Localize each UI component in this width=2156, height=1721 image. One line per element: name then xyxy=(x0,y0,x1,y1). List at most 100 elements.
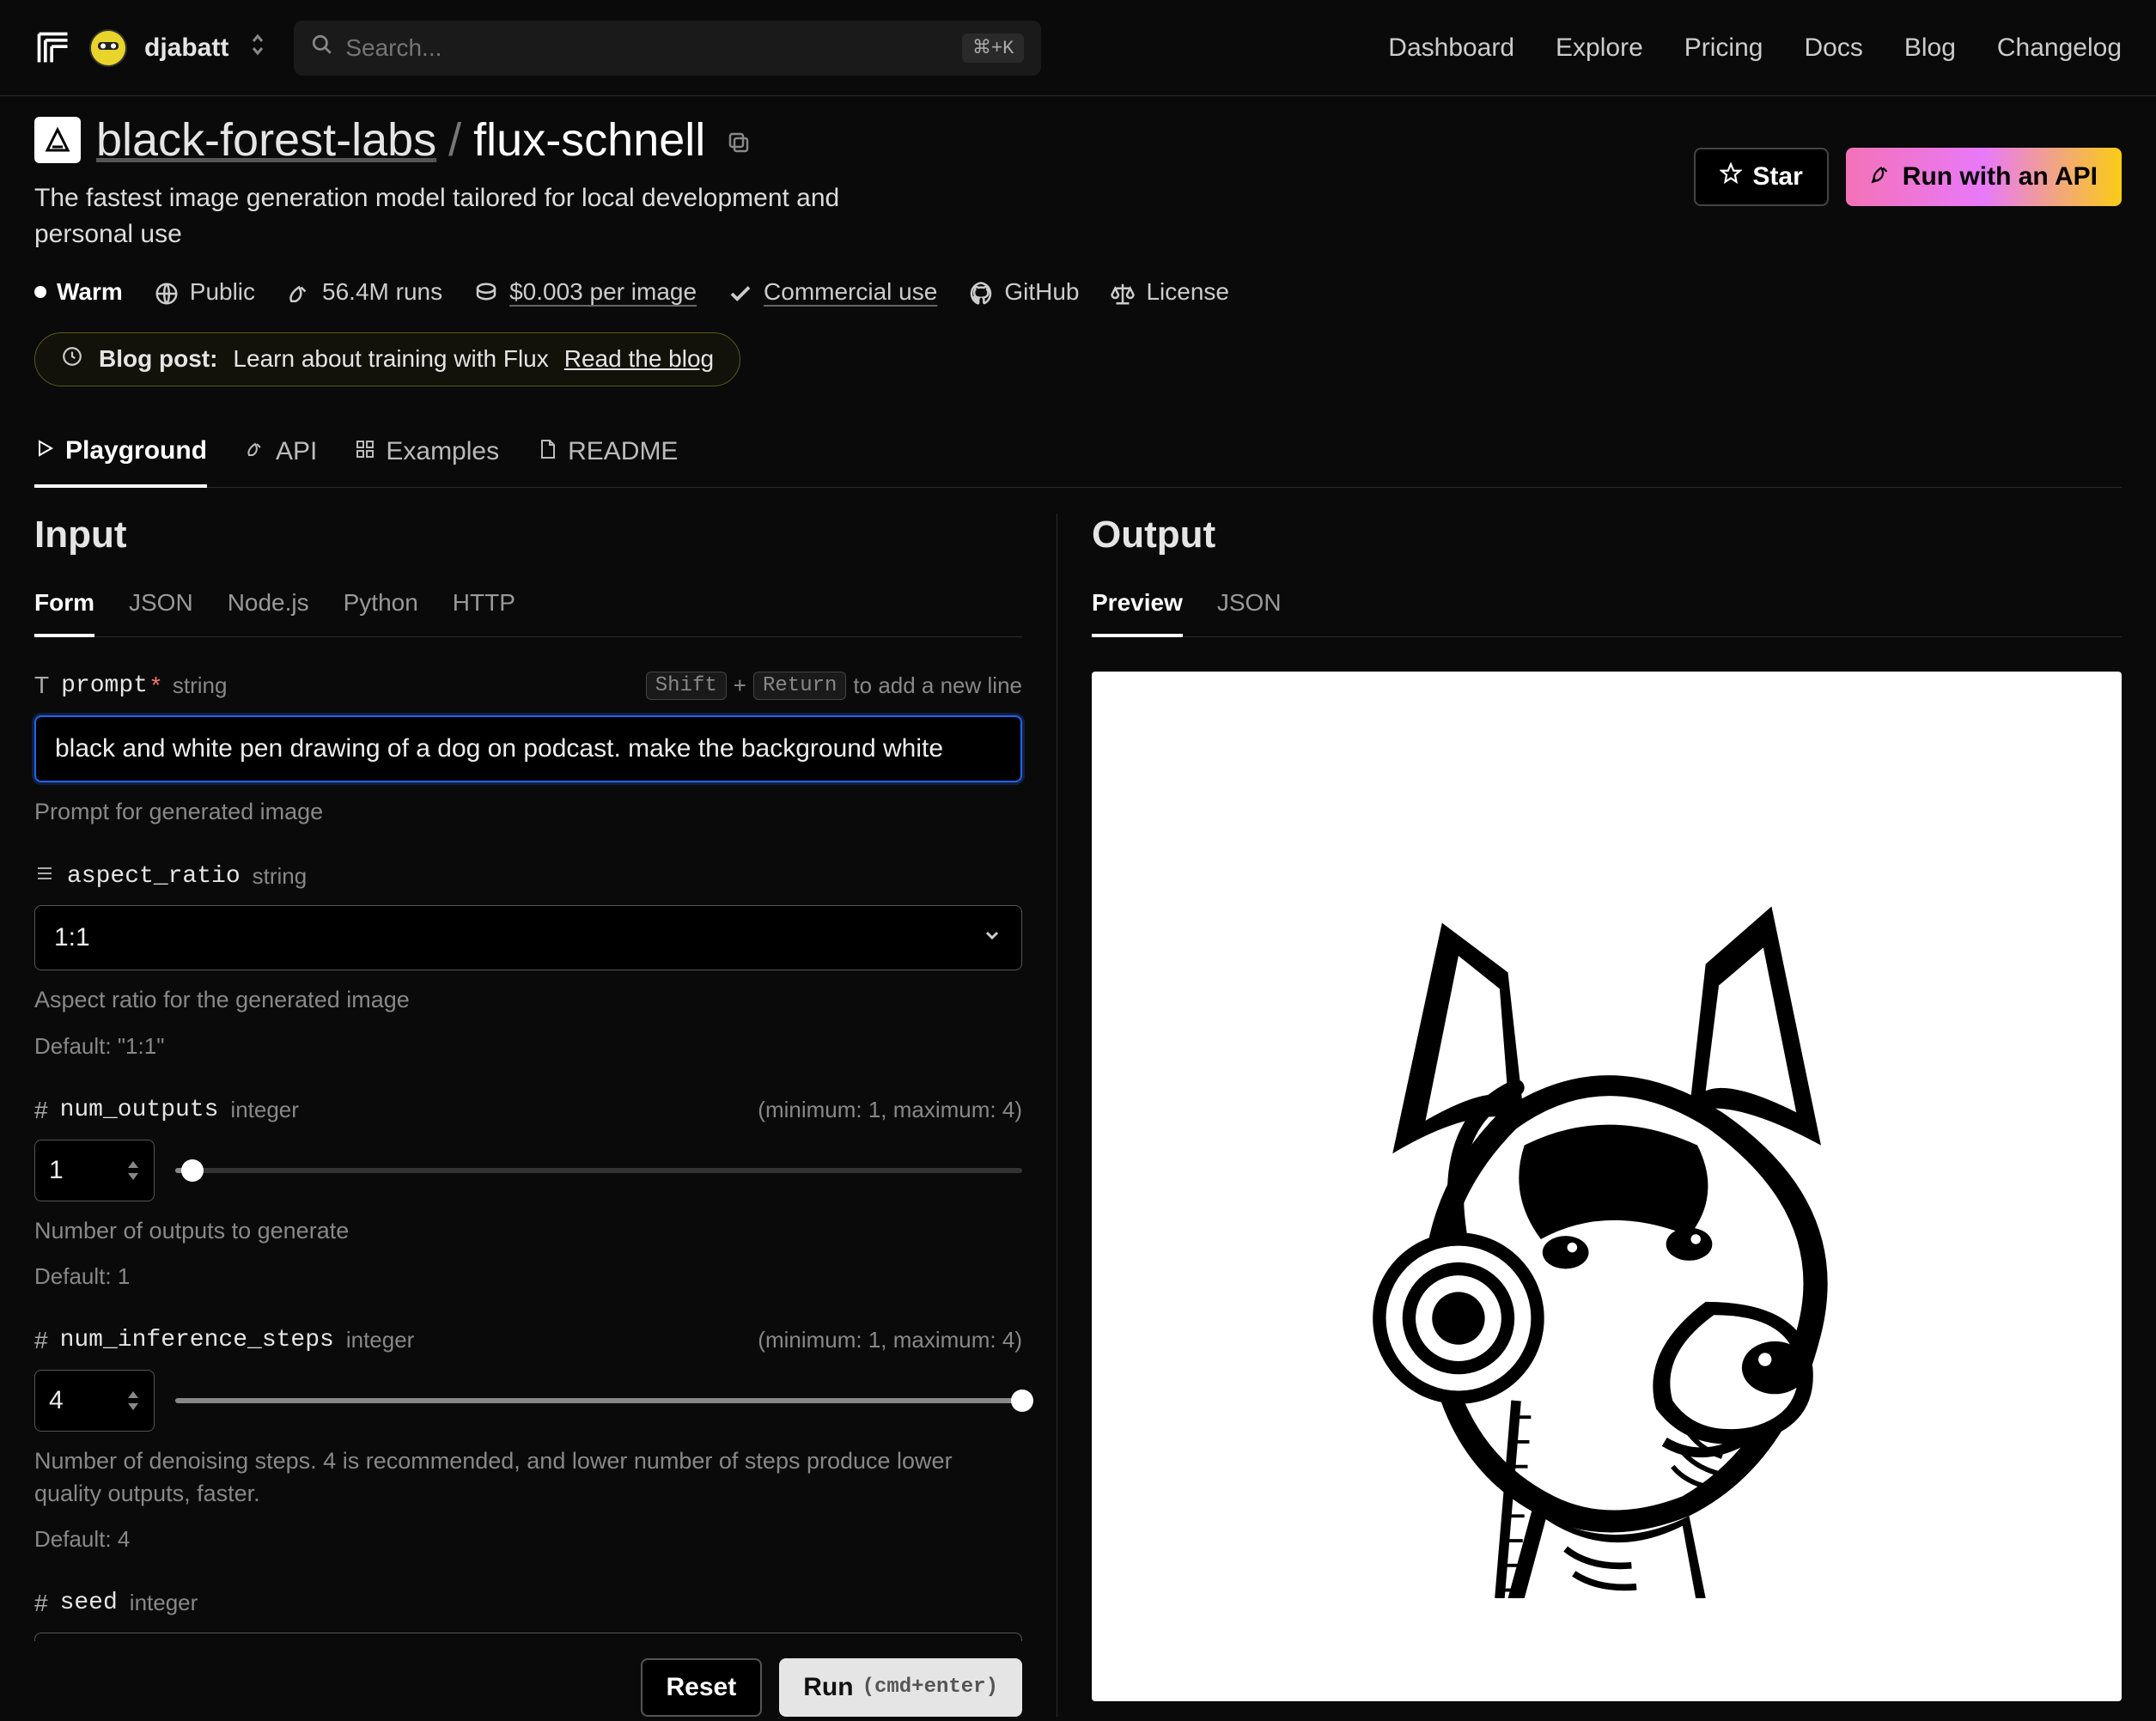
field-aspect-ratio: aspect_ratio string 1:1 Aspect ratio for… xyxy=(34,862,1022,1061)
steps-help: Number of denoising steps. 4 is recommen… xyxy=(34,1445,1022,1511)
commercial-use[interactable]: Commercial use xyxy=(728,278,937,307)
app-header: djabatt ⌘+K Dashboard Explore Pricing Do… xyxy=(0,0,2156,96)
field-name: aspect_ratio xyxy=(67,863,241,890)
search-icon xyxy=(311,33,333,62)
output-heading: Output xyxy=(1092,514,2122,556)
aspect-ratio-select[interactable]: 1:1 xyxy=(34,905,1022,970)
steps-input[interactable]: 4 xyxy=(34,1370,155,1432)
seed-input-partial[interactable] xyxy=(34,1633,1022,1641)
field-name: seed xyxy=(60,1590,118,1616)
rocket-icon xyxy=(1870,162,1892,192)
nav-dashboard[interactable]: Dashboard xyxy=(1388,33,1514,63)
org-link[interactable]: black-forest-labs xyxy=(96,113,436,167)
num-outputs-slider[interactable] xyxy=(175,1168,1022,1173)
field-type: integer xyxy=(130,1590,198,1616)
input-heading: Input xyxy=(34,514,1022,556)
callout-text: Learn about training with Flux xyxy=(233,345,548,373)
select-value: 1:1 xyxy=(54,923,90,952)
number-stepper-icon[interactable] xyxy=(126,1391,140,1410)
clock-icon xyxy=(61,345,83,374)
field-num-inference-steps: # num_inference_steps integer (minimum: … xyxy=(34,1327,1022,1555)
copy-name-icon[interactable] xyxy=(726,113,752,167)
subtab-http[interactable]: HTTP xyxy=(453,577,515,636)
top-nav: Dashboard Explore Pricing Docs Blog Chan… xyxy=(1388,33,2122,63)
list-type-icon xyxy=(34,862,55,890)
subtab-python[interactable]: Python xyxy=(344,577,418,636)
text-type-icon: T xyxy=(34,672,49,699)
nav-docs[interactable]: Docs xyxy=(1804,33,1862,63)
search-kbd-hint: ⌘+K xyxy=(962,33,1024,63)
tab-readme[interactable]: README xyxy=(537,421,678,487)
rocket-small-icon xyxy=(286,278,312,307)
blog-callout[interactable]: Blog post: Learn about training with Flu… xyxy=(34,332,740,386)
meta-row: Warm Public 56.4M runs $0.003 per image … xyxy=(34,278,2122,307)
subtab-preview[interactable]: Preview xyxy=(1092,577,1183,637)
account-switcher-icon[interactable] xyxy=(249,33,266,63)
search-bar[interactable]: ⌘+K xyxy=(294,21,1041,76)
output-panel: Output Preview JSON xyxy=(1057,514,2122,1717)
brand-logo-icon[interactable] xyxy=(34,29,72,67)
check-icon xyxy=(728,278,753,307)
title-actions: Star Run with an API xyxy=(1694,148,2122,206)
file-icon xyxy=(537,437,557,466)
visibility-public: Public xyxy=(154,278,255,307)
run-button[interactable]: Run (cmd+enter) xyxy=(779,1658,1022,1717)
subtab-nodejs[interactable]: Node.js xyxy=(228,577,309,636)
reset-button[interactable]: Reset xyxy=(641,1658,763,1717)
star-button[interactable]: Star xyxy=(1694,148,1828,206)
nav-blog[interactable]: Blog xyxy=(1904,33,1956,63)
number-stepper-icon[interactable] xyxy=(126,1161,140,1180)
field-type: integer xyxy=(346,1327,415,1353)
star-icon xyxy=(1720,162,1742,192)
title-row: black-forest-labs / flux-schnell The fas… xyxy=(34,113,2122,252)
aspect-help: Aspect ratio for the generated image xyxy=(34,984,1022,1017)
field-num-outputs: # num_outputs integer (minimum: 1, maxim… xyxy=(34,1097,1022,1292)
range-hint: (minimum: 1, maximum: 4) xyxy=(758,1097,1022,1123)
chevron-down-icon xyxy=(982,923,1002,952)
num-outputs-input[interactable]: 1 xyxy=(34,1140,155,1201)
nav-pricing[interactable]: Pricing xyxy=(1684,33,1763,63)
callout-link[interactable]: Read the blog xyxy=(564,345,714,373)
grid-icon xyxy=(355,437,375,466)
username[interactable]: djabatt xyxy=(144,33,228,63)
input-panel: Input Form JSON Node.js Python HTTP T pr… xyxy=(34,514,1057,1717)
field-name: num_outputs xyxy=(60,1097,219,1123)
model-description: The fastest image generation model tailo… xyxy=(34,180,842,252)
field-name: prompt xyxy=(61,672,148,699)
callout-label: Blog post: xyxy=(99,345,217,373)
coin-icon xyxy=(473,278,499,307)
github-link[interactable]: GitHub xyxy=(968,278,1079,307)
breadcrumb: black-forest-labs / flux-schnell xyxy=(96,113,752,167)
field-prompt: T prompt * string Shift + Return to add … xyxy=(34,672,1022,829)
search-input[interactable] xyxy=(345,34,962,62)
output-image[interactable] xyxy=(1092,672,2122,1701)
tab-examples[interactable]: Examples xyxy=(355,421,499,487)
status-dot-icon xyxy=(34,286,46,298)
run-api-button[interactable]: Run with an API xyxy=(1846,148,2122,206)
hash-type-icon: # xyxy=(34,1590,48,1617)
output-subtabs: Preview JSON xyxy=(1092,577,2122,637)
aspect-default: Default: "1:1" xyxy=(34,1031,1022,1061)
status-warm: Warm xyxy=(34,278,123,306)
nav-explore[interactable]: Explore xyxy=(1556,33,1643,63)
price-per-image[interactable]: $0.003 per image xyxy=(473,278,697,307)
input-subtabs: Form JSON Node.js Python HTTP xyxy=(34,577,1022,637)
steps-default: Default: 4 xyxy=(34,1523,1022,1554)
subtab-form[interactable]: Form xyxy=(34,577,94,637)
subtab-output-json[interactable]: JSON xyxy=(1217,577,1282,636)
field-type: string xyxy=(253,863,308,890)
globe-icon xyxy=(154,278,180,307)
model-name: flux-schnell xyxy=(473,113,705,167)
prompt-help: Prompt for generated image xyxy=(34,796,1022,829)
tab-api[interactable]: API xyxy=(245,421,317,487)
required-marker: * xyxy=(151,672,161,699)
nav-changelog[interactable]: Changelog xyxy=(1997,33,2122,63)
license-link[interactable]: License xyxy=(1110,278,1229,307)
user-avatar[interactable] xyxy=(89,29,127,67)
subtab-json[interactable]: JSON xyxy=(129,577,193,636)
prompt-input[interactable] xyxy=(34,715,1022,782)
newline-hint: Shift + Return to add a new line xyxy=(646,672,1022,700)
steps-slider[interactable] xyxy=(175,1398,1022,1403)
tab-playground[interactable]: Playground xyxy=(34,421,207,488)
field-type: integer xyxy=(230,1097,299,1123)
